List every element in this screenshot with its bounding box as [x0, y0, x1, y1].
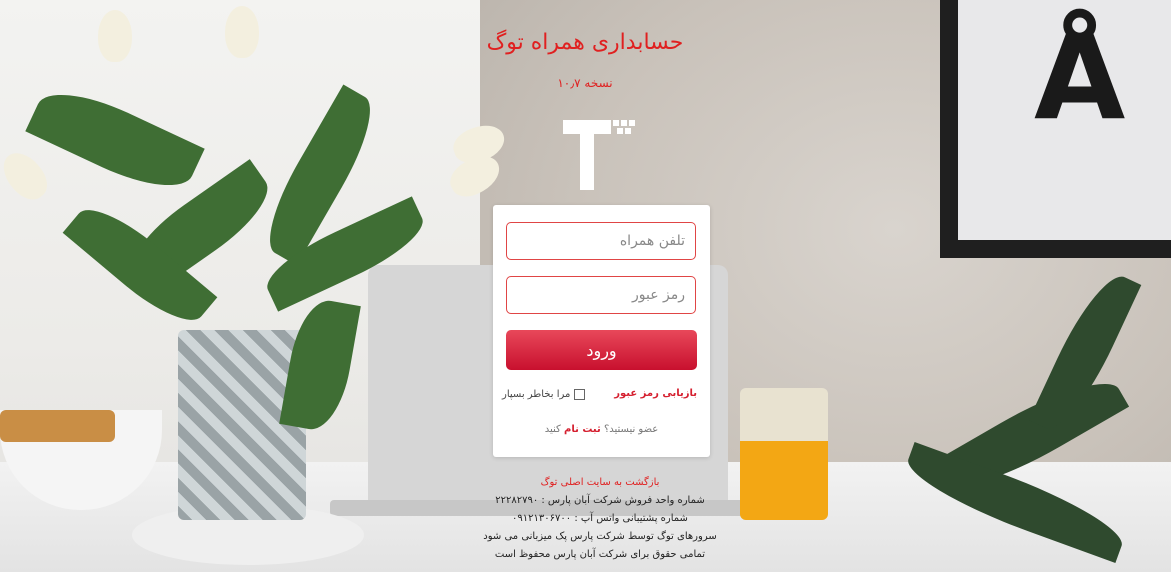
juice-glass-decoration [740, 388, 828, 520]
tulip-decoration [225, 6, 259, 58]
signup-suffix: کنید [544, 424, 561, 435]
remember-me[interactable]: مرا بخاطر بسپار [502, 386, 586, 402]
signup-prompt: عضو نیستید؟ ثبت نام کنید [493, 424, 710, 435]
servers-line: سرورهای توگ توسط شرکت پارس پک میزبانی می… [483, 531, 717, 542]
remember-label: مرا بخاطر بسپار [502, 388, 571, 400]
phone-input[interactable] [507, 223, 695, 259]
support-phone-line: شماره پشتیبانی واتس آپ : ۰۹۱۲۱۳۰۶۷۰۰ [512, 513, 688, 524]
poster-letter-decoration: Å [1034, 8, 1126, 146]
tulip-decoration [98, 10, 132, 62]
login-button[interactable]: ورود [506, 330, 697, 370]
forgot-password-link[interactable]: بازیابی رمز عبور [600, 388, 697, 399]
remember-checkbox[interactable] [574, 388, 586, 400]
togh-logo-icon [563, 120, 635, 190]
phone-field[interactable] [506, 222, 696, 260]
footer: بازگشت به سایت اصلی توگ شماره واحد فروش … [470, 474, 730, 564]
signup-prefix: عضو نیستید؟ [603, 424, 659, 435]
version-label: نسخه ۱۰٫۷ [557, 76, 613, 90]
password-field[interactable] [506, 276, 696, 314]
back-to-site-link[interactable]: بازگشت به سایت اصلی توگ [470, 474, 730, 492]
app-title: حسابداری همراه توگ [486, 30, 684, 55]
sales-phone-line: شماره واحد فروش شرکت آبان پارس : ۲۲۲۸۲۷۹… [495, 495, 705, 506]
signup-link[interactable]: ثبت نام [564, 424, 601, 435]
wooden-bowl-decoration [0, 410, 115, 442]
rights-line: تمامی حقوق برای شرکت آبان پارس محفوظ است [494, 549, 706, 560]
password-input[interactable] [507, 277, 695, 313]
